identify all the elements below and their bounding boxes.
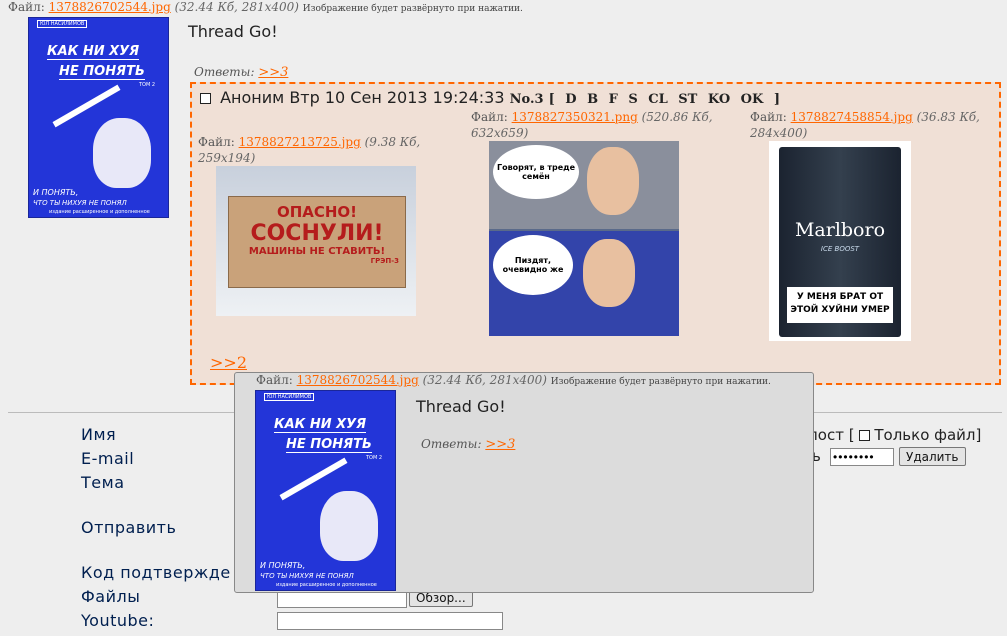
op-replies: Ответы: >>3: [194, 65, 289, 80]
op-thumbnail[interactable]: ЮЛ НАСИЛИМОВ КАК НИ ХУЯ НЕ ПОНЯТЬ ТОМ 2 …: [28, 17, 169, 218]
delete-password-input[interactable]: [830, 448, 894, 466]
op-file-link[interactable]: 1378826702544.jpg: [49, 0, 171, 14]
popup-reply-link[interactable]: >>3: [485, 437, 515, 452]
reply-file3-info: Файл: 1378827458854.jpg (36.83 Кб, 284x4…: [750, 110, 980, 140]
submit-label: Отправить: [81, 518, 177, 537]
reply-file1-link[interactable]: 1378827213725.jpg: [239, 135, 361, 149]
warning-label: У МЕНЯ БРАТ ОТ ЭТОЙ ХУЙНИ УМЕР: [787, 287, 893, 323]
boy-face-2: [583, 239, 635, 307]
reply-file3-link[interactable]: 1378827458854.jpg: [791, 110, 913, 124]
captcha-label: Код подтвержде: [81, 563, 231, 582]
popup-file-info: Файл: 1378826702544.jpg (32.44 Кб, 281x4…: [256, 373, 771, 387]
name-label: Имя: [81, 425, 117, 444]
speech-bubble-2: Пиздят, очевидно же: [493, 235, 573, 295]
pilot-face: [93, 118, 151, 188]
cigarette-pack: Marlboro ICE BOOST У МЕНЯ БРАТ ОТ ЭТОЙ Х…: [779, 147, 901, 337]
reply-file2-info: Файл: 1378827350321.png (520.86 Кб, 632x…: [471, 110, 713, 140]
op-file-info: Файл: 1378826702544.jpg (32.44 Кб, 281x4…: [8, 0, 523, 14]
pilot-face: [320, 491, 378, 561]
reply-file1-info: Файл: 1378827213725.jpg (9.38 Кб, 259x19…: [198, 135, 421, 165]
speech-bubble-1: Говорят, в треде семён: [493, 145, 579, 199]
warning-sign: ОПАСНО! СОСНУЛИ! МАШИНЫ НЕ СТАВИТЬ! ГРЭП…: [228, 196, 406, 288]
op-message: Thread Go!: [188, 22, 278, 41]
youtube-input[interactable]: [277, 612, 503, 630]
boy-face-1: [587, 147, 639, 215]
backlink[interactable]: >>2: [210, 353, 247, 372]
popup-thumbnail[interactable]: ЮЛ НАСИЛИМОВ КАК НИ ХУЯ НЕ ПОНЯТЬ ТОМ 2 …: [255, 390, 396, 591]
popup-file-link[interactable]: 1378826702544.jpg: [297, 373, 419, 387]
reply-file1-thumbnail[interactable]: ОПАСНО! СОСНУЛИ! МАШИНЫ НЕ СТАВИТЬ! ГРЭП…: [216, 166, 416, 316]
post-number[interactable]: No.3: [510, 92, 544, 107]
subject-label: Тема: [81, 473, 125, 492]
reply-file3-thumbnail[interactable]: Marlboro ICE BOOST У МЕНЯ БРАТ ОТ ЭТОЙ Х…: [769, 141, 911, 341]
poster-name: Аноним: [220, 88, 285, 107]
reply-file2-thumbnail[interactable]: Говорят, в треде семён Пиздят, очевидно …: [489, 141, 679, 336]
popup-replies: Ответы: >>3: [421, 437, 516, 452]
op-reply-link[interactable]: >>3: [258, 65, 288, 80]
delete-options: пост [ Только файл]: [808, 426, 982, 444]
reply-file2-link[interactable]: 1378827350321.png: [512, 110, 638, 124]
post-actions[interactable]: [ D B F S CL ST KO OK ]: [549, 92, 780, 107]
reply-header: Аноним Втр 10 Сен 2013 19:24:33 No.3 [ D…: [200, 88, 780, 107]
post-preview-popup: Файл: 1378826702544.jpg (32.44 Кб, 281x4…: [234, 372, 814, 593]
reply-post: Аноним Втр 10 Сен 2013 19:24:33 No.3 [ D…: [190, 82, 1001, 385]
email-label: E-mail: [81, 449, 135, 468]
files-label: Файлы: [81, 587, 141, 606]
post-date: Втр 10 Сен 2013 19:24:33: [289, 88, 505, 107]
youtube-label: Youtube:: [81, 611, 155, 630]
popup-message: Thread Go!: [416, 397, 506, 416]
reply-select-checkbox[interactable]: [200, 93, 211, 104]
delete-button[interactable]: Удалить: [899, 447, 966, 466]
file-only-checkbox[interactable]: [859, 430, 871, 441]
